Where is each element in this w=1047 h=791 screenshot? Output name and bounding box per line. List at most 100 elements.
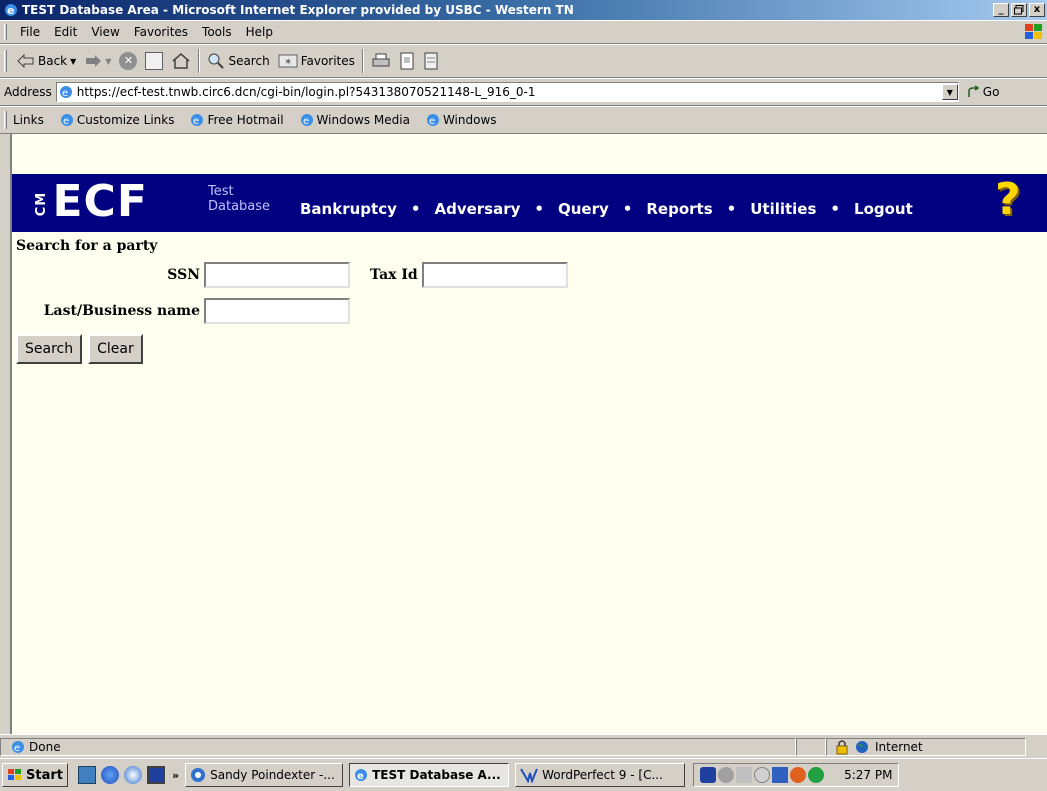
- test-database-label: Test Database: [208, 184, 270, 214]
- menu-favorites[interactable]: Favorites: [127, 25, 195, 39]
- page-title: Search for a party: [16, 238, 158, 254]
- lock-icon: [836, 739, 848, 754]
- title-bar: e TEST Database Area - Microsoft Interne…: [0, 0, 1047, 20]
- link-label: Windows: [442, 113, 497, 127]
- favorites-button[interactable]: ✶ Favorites: [274, 48, 359, 74]
- link-windows[interactable]: e Windows: [426, 113, 497, 127]
- link-free-hotmail[interactable]: e Free Hotmail: [190, 113, 284, 127]
- wordperfect-icon: [520, 768, 539, 783]
- party-search-form: Search for a party SSN Tax Id Last/Busin…: [16, 238, 568, 364]
- go-arrow-icon: [968, 85, 980, 97]
- back-button[interactable]: Back ▼: [13, 48, 80, 74]
- minimize-button[interactable]: _: [993, 3, 1009, 17]
- test-label: Test: [208, 184, 234, 199]
- nav-separator: •: [622, 200, 633, 218]
- tray-sync-icon[interactable]: [790, 767, 807, 783]
- dropdown-arrow-icon[interactable]: ▼: [70, 57, 76, 66]
- task-label: Sandy Poindexter -...: [210, 768, 335, 782]
- printer-icon: [372, 53, 390, 67]
- show-desktop-icon[interactable]: [77, 766, 96, 784]
- edit-button[interactable]: [395, 48, 419, 74]
- ie-task-icon: e: [355, 769, 368, 782]
- logo-text: ECF: [52, 176, 148, 227]
- task-wordperfect[interactable]: WordPerfect 9 - [C...: [515, 763, 686, 787]
- svg-text:e: e: [193, 116, 199, 127]
- menu-file[interactable]: File: [13, 25, 47, 39]
- nav-separator: •: [534, 200, 544, 218]
- address-input[interactable]: e https://ecf-test.tnwb.circ6.dcn/cgi-bi…: [55, 82, 959, 102]
- toolbar-grip: [4, 49, 7, 73]
- maximize-button[interactable]: [1011, 3, 1027, 17]
- menu-edit[interactable]: Edit: [47, 25, 84, 39]
- ie-logo-icon: e: [5, 4, 17, 17]
- menu-help[interactable]: Help: [239, 25, 280, 39]
- close-button[interactable]: x: [1029, 3, 1045, 17]
- tray-volume-icon[interactable]: [736, 767, 753, 783]
- restore-icon: [1014, 5, 1024, 15]
- forward-arrow-icon: [86, 55, 102, 67]
- taxid-label: Tax Id: [370, 267, 418, 283]
- search-button[interactable]: Search: [203, 48, 273, 74]
- edit-page-icon: [400, 52, 414, 70]
- status-text: Done: [29, 739, 61, 754]
- help-question-icon[interactable]: ?: [995, 176, 1021, 224]
- status-text-panel: e Done: [0, 737, 796, 756]
- task-test-database[interactable]: e TEST Database A...: [349, 763, 510, 787]
- system-tray: 5:27 PM: [693, 763, 900, 787]
- nav-utilities[interactable]: Utilities: [748, 200, 818, 218]
- menu-view[interactable]: View: [84, 25, 126, 39]
- stop-icon: ✕: [119, 52, 138, 70]
- link-label: Free Hotmail: [207, 113, 284, 127]
- nav-query[interactable]: Query: [556, 200, 611, 218]
- stop-button[interactable]: ✕: [115, 48, 141, 74]
- nav-separator: •: [410, 200, 421, 218]
- refresh-button[interactable]: [141, 48, 167, 74]
- svg-text:e: e: [357, 771, 364, 782]
- discuss-button[interactable]: [419, 48, 443, 74]
- tray-antivirus-icon[interactable]: [772, 767, 789, 783]
- tray-status-icon[interactable]: [754, 767, 771, 783]
- print-button[interactable]: [367, 48, 395, 74]
- monitor-launch-icon[interactable]: [146, 766, 165, 784]
- nav-reports[interactable]: Reports: [644, 200, 714, 218]
- tray-messenger-icon[interactable]: [808, 767, 825, 783]
- tray-app-icon[interactable]: [700, 767, 717, 783]
- nav-adversary[interactable]: Adversary: [432, 200, 522, 218]
- ie-link-icon: e: [426, 114, 439, 127]
- link-windows-media[interactable]: e Windows Media: [300, 113, 410, 127]
- nav-logout[interactable]: Logout: [852, 200, 915, 218]
- svg-text:✶: ✶: [284, 57, 292, 68]
- link-customize-links[interactable]: e Customize Links: [60, 113, 174, 127]
- task-sandy-poindexter[interactable]: Sandy Poindexter -...: [185, 763, 344, 787]
- ssn-input[interactable]: [204, 262, 350, 288]
- toolbar-grip: [4, 110, 7, 130]
- search-label: Search: [228, 54, 270, 68]
- globe-icon: [856, 740, 868, 753]
- ie-launch-icon[interactable]: [100, 766, 119, 784]
- svg-text:e: e: [429, 116, 435, 127]
- clear-button[interactable]: Clear: [88, 334, 143, 364]
- quick-launch-chevron[interactable]: »: [172, 769, 179, 782]
- ecf-header-bar: CMECF Test Database Bankruptcy • Adversa…: [12, 174, 1047, 232]
- task-label: TEST Database A...: [372, 768, 501, 782]
- tray-network-icon[interactable]: [718, 767, 735, 783]
- go-button[interactable]: Go: [967, 85, 1000, 99]
- go-label: Go: [982, 85, 1000, 99]
- back-arrow-icon: [17, 54, 34, 68]
- dropdown-arrow-icon[interactable]: ▼: [105, 57, 111, 66]
- lastname-input[interactable]: [204, 298, 350, 324]
- menu-tools[interactable]: Tools: [195, 25, 239, 39]
- toolbar-separator: [198, 49, 201, 73]
- links-bar: Links e Customize Links e Free Hotmail e…: [0, 106, 1047, 134]
- search-submit-button[interactable]: Search: [16, 334, 83, 364]
- start-button[interactable]: Start: [2, 763, 68, 787]
- nav-bankruptcy[interactable]: Bankruptcy: [298, 200, 399, 218]
- address-dropdown-button[interactable]: ▼: [941, 84, 958, 100]
- toolbar-grip: [4, 24, 7, 40]
- address-label: Address: [4, 85, 52, 99]
- home-button[interactable]: [167, 48, 195, 74]
- forward-button[interactable]: ▼: [80, 48, 115, 74]
- database-label: Database: [208, 199, 271, 214]
- media-launch-icon[interactable]: [123, 766, 142, 784]
- taxid-input[interactable]: [421, 262, 568, 288]
